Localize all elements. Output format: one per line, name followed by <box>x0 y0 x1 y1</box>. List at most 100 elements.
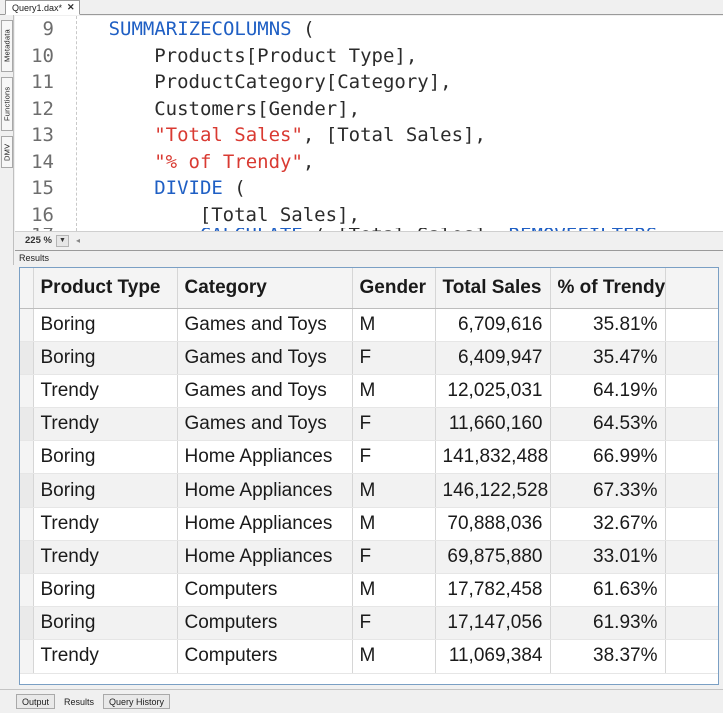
cell-pct-trendy[interactable]: 35.47% <box>550 341 666 375</box>
cell-gender[interactable]: F <box>352 606 436 641</box>
cell-gender[interactable]: F <box>352 440 436 475</box>
cell-product-type[interactable]: Trendy <box>33 374 178 409</box>
table-row[interactable]: Boring Home Appliances M 146,122,528 67.33% <box>20 473 718 508</box>
cell-total-sales[interactable]: 6,409,947 <box>435 341 551 375</box>
cell-product-type[interactable]: Boring <box>33 473 178 508</box>
cell-product-type[interactable]: Boring <box>33 440 178 475</box>
sidebar-item-functions[interactable]: Functions <box>1 77 13 131</box>
cell-pct-trendy[interactable]: 33.01% <box>550 540 666 575</box>
sidebar-item-metadata[interactable]: Metadata <box>1 20 13 72</box>
column-header-total-sales[interactable]: Total Sales <box>435 268 551 309</box>
code-line[interactable]: 16 [Total Sales], <box>15 202 723 229</box>
cell-pct-trendy[interactable]: 32.67% <box>550 507 666 541</box>
cell-pct-trendy[interactable]: 67.33% <box>550 473 666 508</box>
code-lines[interactable]: 9 SUMMARIZECOLUMNS (10 Products[Product Ty… <box>15 16 723 231</box>
code-line[interactable]: 9 SUMMARIZECOLUMNS ( <box>15 16 723 43</box>
cell-pct-trendy[interactable]: 64.53% <box>550 407 666 442</box>
cell-category[interactable]: Home Appliances <box>177 540 353 575</box>
cell-product-type[interactable]: Trendy <box>33 639 178 674</box>
cell-product-type[interactable]: Trendy <box>33 407 178 442</box>
column-header-pct-trendy[interactable]: % of Trendy <box>550 268 666 309</box>
code-line[interactable]: 14 "% of Trendy", <box>15 149 723 176</box>
cell-product-type[interactable]: Boring <box>33 573 178 608</box>
row-selector-cell[interactable] <box>20 374 34 409</box>
cell-category[interactable]: Home Appliances <box>177 473 353 508</box>
row-selector-cell[interactable] <box>20 308 34 342</box>
cell-pct-trendy[interactable]: 64.19% <box>550 374 666 409</box>
tab-results[interactable]: Results <box>58 694 101 709</box>
column-header-gender[interactable]: Gender <box>352 268 436 309</box>
dax-code-editor[interactable]: 9 SUMMARIZECOLUMNS (10 Products[Product Ty… <box>15 16 723 231</box>
cell-total-sales[interactable]: 17,782,458 <box>435 573 551 608</box>
cell-total-sales[interactable]: 141,832,488 <box>435 440 551 475</box>
cell-category[interactable]: Computers <box>177 573 353 608</box>
cell-gender[interactable]: M <box>352 507 436 541</box>
row-selector-cell[interactable] <box>20 473 34 508</box>
cell-gender[interactable]: M <box>352 308 436 342</box>
code-line[interactable]: 12 Customers[Gender], <box>15 96 723 123</box>
code-line[interactable]: 15 DIVIDE ( <box>15 175 723 202</box>
cell-product-type[interactable]: Boring <box>33 606 178 641</box>
cell-total-sales[interactable]: 6,709,616 <box>435 308 551 342</box>
column-header-category[interactable]: Category <box>177 268 353 309</box>
results-table-body[interactable]: Boring Games and Toys M 6,709,616 35.81% Bori… <box>20 308 718 674</box>
cell-pct-trendy[interactable]: 35.81% <box>550 308 666 342</box>
table-row[interactable]: Trendy Games and Toys F 11,660,160 64.53% <box>20 407 718 442</box>
cell-pct-trendy[interactable]: 61.63% <box>550 573 666 608</box>
close-icon[interactable]: ✕ <box>67 3 75 12</box>
tab-output[interactable]: Output <box>16 694 56 709</box>
cell-gender[interactable]: F <box>352 407 436 442</box>
row-selector-cell[interactable] <box>20 540 34 575</box>
row-selector-cell[interactable] <box>20 407 34 442</box>
resize-grip-icon[interactable]: ◂ <box>76 236 80 245</box>
code-line[interactable]: 11 ProductCategory[Category], <box>15 69 723 96</box>
cell-product-type[interactable]: Trendy <box>33 540 178 575</box>
column-header-product-type[interactable]: Product Type <box>33 268 178 309</box>
code-line[interactable]: 13 "Total Sales", [Total Sales], <box>15 122 723 149</box>
row-selector-cell[interactable] <box>20 639 34 674</box>
chevron-down-icon[interactable]: ▼ <box>55 234 69 247</box>
cell-category[interactable]: Games and Toys <box>177 308 353 342</box>
row-selector-cell[interactable] <box>20 341 34 375</box>
cell-total-sales[interactable]: 12,025,031 <box>435 374 551 409</box>
table-row[interactable]: Trendy Games and Toys M 12,025,031 64.19% <box>20 374 718 409</box>
table-row[interactable]: Trendy Computers M 11,069,384 38.37% <box>20 639 718 674</box>
cell-total-sales[interactable]: 11,069,384 <box>435 639 551 674</box>
row-selector-cell[interactable] <box>20 606 34 641</box>
cell-product-type[interactable]: Boring <box>33 308 178 342</box>
cell-gender[interactable]: M <box>352 573 436 608</box>
cell-gender[interactable]: F <box>352 341 436 375</box>
table-row[interactable]: Boring Computers F 17,147,056 61.93% <box>20 606 718 641</box>
table-row[interactable]: Boring Games and Toys F 6,409,947 35.47% <box>20 341 718 375</box>
cell-category[interactable]: Games and Toys <box>177 407 353 442</box>
cell-gender[interactable]: M <box>352 473 436 508</box>
cell-category[interactable]: Games and Toys <box>177 341 353 375</box>
table-row[interactable]: Boring Home Appliances F 141,832,488 66.99% <box>20 440 718 475</box>
table-row[interactable]: Boring Games and Toys M 6,709,616 35.81% <box>20 308 718 342</box>
row-selector-cell[interactable] <box>20 440 34 475</box>
table-row[interactable]: Trendy Home Appliances M 70,888,036 32.67% <box>20 507 718 541</box>
cell-pct-trendy[interactable]: 38.37% <box>550 639 666 674</box>
cell-total-sales[interactable]: 69,875,880 <box>435 540 551 575</box>
cell-pct-trendy[interactable]: 61.93% <box>550 606 666 641</box>
cell-category[interactable]: Computers <box>177 606 353 641</box>
cell-gender[interactable]: M <box>352 374 436 409</box>
tab-query-history[interactable]: Query History <box>103 694 171 709</box>
table-row[interactable]: Boring Computers M 17,782,458 61.63% <box>20 573 718 608</box>
cell-category[interactable]: Computers <box>177 639 353 674</box>
cell-total-sales[interactable]: 11,660,160 <box>435 407 551 442</box>
cell-product-type[interactable]: Boring <box>33 341 178 375</box>
row-selector-cell[interactable] <box>20 573 34 608</box>
cell-total-sales[interactable]: 146,122,528 <box>435 473 551 508</box>
cell-gender[interactable]: F <box>352 540 436 575</box>
table-row[interactable]: Trendy Home Appliances F 69,875,880 33.01% <box>20 540 718 575</box>
cell-category[interactable]: Home Appliances <box>177 507 353 541</box>
results-grid-container[interactable]: Product Type Category Gender Total Sales… <box>19 267 719 685</box>
row-selector-cell[interactable] <box>20 507 34 541</box>
cell-category[interactable]: Home Appliances <box>177 440 353 475</box>
cell-total-sales[interactable]: 70,888,036 <box>435 507 551 541</box>
sidebar-item-dmv[interactable]: DMV <box>1 136 13 168</box>
cell-total-sales[interactable]: 17,147,056 <box>435 606 551 641</box>
cell-pct-trendy[interactable]: 66.99% <box>550 440 666 475</box>
cell-category[interactable]: Games and Toys <box>177 374 353 409</box>
